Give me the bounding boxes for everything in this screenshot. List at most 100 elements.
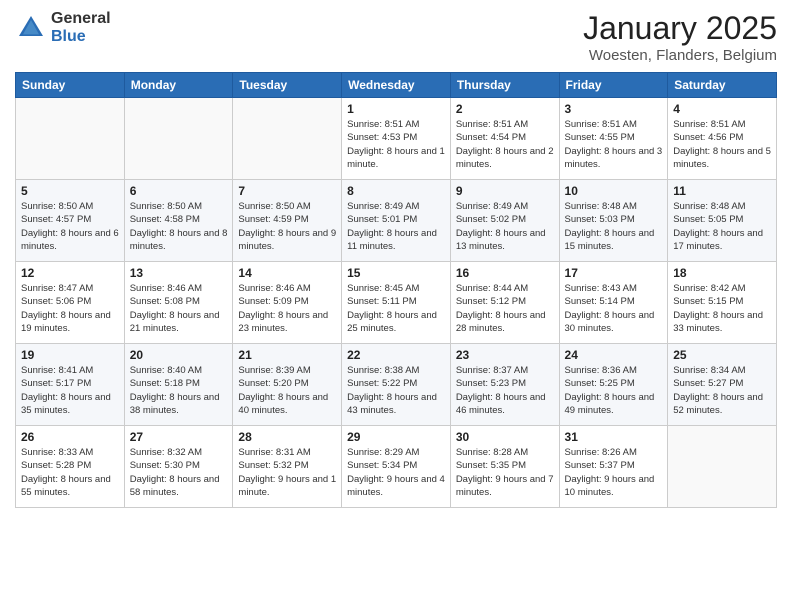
- cell-info: Sunrise: 8:43 AMSunset: 5:14 PMDaylight:…: [565, 282, 663, 335]
- cell-info: Sunrise: 8:49 AMSunset: 5:01 PMDaylight:…: [347, 200, 445, 253]
- header-sunday: Sunday: [16, 73, 125, 98]
- calendar-cell-w3-d1: 12 Sunrise: 8:47 AMSunset: 5:06 PMDayligh…: [16, 262, 125, 344]
- header-wednesday: Wednesday: [342, 73, 451, 98]
- day-number: 13: [130, 266, 228, 280]
- day-number: 1: [347, 102, 445, 116]
- day-number: 17: [565, 266, 663, 280]
- logo-blue-text: Blue: [51, 28, 111, 46]
- calendar-cell-w3-d7: 18 Sunrise: 8:42 AMSunset: 5:15 PMDayligh…: [668, 262, 777, 344]
- day-number: 5: [21, 184, 119, 198]
- calendar-cell-w4-d1: 19Sunrise: 8:41 AMSunset: 5:17 PMDayligh…: [16, 344, 125, 426]
- cell-info: Sunrise: 8:51 AMSunset: 4:56 PMDaylight:…: [673, 118, 771, 171]
- day-number: 21: [238, 348, 336, 362]
- day-number: 30: [456, 430, 554, 444]
- calendar-cell-w5-d6: 31 Sunrise: 8:26 AMSunset: 5:37 PMDayligh…: [559, 426, 668, 508]
- day-number: 18: [673, 266, 771, 280]
- calendar-cell-w2-d4: 8 Sunrise: 8:49 AMSunset: 5:01 PMDaylight…: [342, 180, 451, 262]
- day-number: 24: [565, 348, 663, 362]
- calendar-cell-w4-d6: 24Sunrise: 8:36 AMSunset: 5:25 PMDayligh…: [559, 344, 668, 426]
- day-number: 29: [347, 430, 445, 444]
- calendar-title: January 2025: [583, 10, 777, 47]
- calendar-cell-w2-d3: 7Sunrise: 8:50 AMSunset: 4:59 PMDaylight…: [233, 180, 342, 262]
- day-number: 8: [347, 184, 445, 198]
- cell-info: Sunrise: 8:51 AMSunset: 4:53 PMDaylight:…: [347, 118, 445, 171]
- cell-info: Sunrise: 8:49 AMSunset: 5:02 PMDaylight:…: [456, 200, 554, 253]
- day-number: 25: [673, 348, 771, 362]
- calendar-header: Sunday Monday Tuesday Wednesday Thursday…: [16, 73, 777, 98]
- logo-text: General Blue: [51, 10, 111, 45]
- day-number: 31: [565, 430, 663, 444]
- main-container: General Blue January 2025 Woesten, Fland…: [0, 0, 792, 513]
- cell-info: Sunrise: 8:39 AMSunset: 5:20 PMDaylight:…: [238, 364, 336, 417]
- calendar-table: Sunday Monday Tuesday Wednesday Thursday…: [15, 72, 777, 508]
- cell-info: Sunrise: 8:44 AMSunset: 5:12 PMDaylight:…: [456, 282, 554, 335]
- day-number: 10: [565, 184, 663, 198]
- calendar-cell-w1-d4: 1 Sunrise: 8:51 AMSunset: 4:53 PMDaylight…: [342, 98, 451, 180]
- cell-info: Sunrise: 8:46 AMSunset: 5:08 PMDaylight:…: [130, 282, 228, 335]
- calendar-cell-w5-d1: 26 Sunrise: 8:33 AMSunset: 5:28 PMDayligh…: [16, 426, 125, 508]
- calendar-cell-w2-d2: 6 Sunrise: 8:50 AMSunset: 4:58 PMDaylight…: [124, 180, 233, 262]
- day-number: 14: [238, 266, 336, 280]
- cell-info: Sunrise: 8:51 AMSunset: 4:54 PMDaylight:…: [456, 118, 554, 171]
- week-row-1: 1 Sunrise: 8:51 AMSunset: 4:53 PMDaylight…: [16, 98, 777, 180]
- day-number: 7: [238, 184, 336, 198]
- calendar-cell-w5-d7: [668, 426, 777, 508]
- day-number: 26: [21, 430, 119, 444]
- calendar-body: 1 Sunrise: 8:51 AMSunset: 4:53 PMDaylight…: [16, 98, 777, 508]
- cell-info: Sunrise: 8:47 AMSunset: 5:06 PMDaylight:…: [21, 282, 119, 335]
- cell-info: Sunrise: 8:34 AMSunset: 5:27 PMDaylight:…: [673, 364, 771, 417]
- calendar-cell-w2-d5: 9 Sunrise: 8:49 AMSunset: 5:02 PMDaylight…: [450, 180, 559, 262]
- cell-info: Sunrise: 8:48 AMSunset: 5:05 PMDaylight:…: [673, 200, 771, 253]
- cell-info: Sunrise: 8:51 AMSunset: 4:55 PMDaylight:…: [565, 118, 663, 171]
- header-tuesday: Tuesday: [233, 73, 342, 98]
- header-row: General Blue January 2025 Woesten, Fland…: [15, 10, 777, 64]
- cell-info: Sunrise: 8:42 AMSunset: 5:15 PMDaylight:…: [673, 282, 771, 335]
- day-number: 27: [130, 430, 228, 444]
- day-number: 12: [21, 266, 119, 280]
- cell-info: Sunrise: 8:50 AMSunset: 4:58 PMDaylight:…: [130, 200, 228, 253]
- day-number: 3: [565, 102, 663, 116]
- calendar-subtitle: Woesten, Flanders, Belgium: [583, 47, 777, 64]
- weekday-header-row: Sunday Monday Tuesday Wednesday Thursday…: [16, 73, 777, 98]
- calendar-cell-w4-d3: 21 Sunrise: 8:39 AMSunset: 5:20 PMDayligh…: [233, 344, 342, 426]
- day-number: 20: [130, 348, 228, 362]
- calendar-cell-w4-d4: 22 Sunrise: 8:38 AMSunset: 5:22 PMDayligh…: [342, 344, 451, 426]
- header-friday: Friday: [559, 73, 668, 98]
- cell-info: Sunrise: 8:38 AMSunset: 5:22 PMDaylight:…: [347, 364, 445, 417]
- calendar-cell-w3-d6: 17 Sunrise: 8:43 AMSunset: 5:14 PMDayligh…: [559, 262, 668, 344]
- day-number: 4: [673, 102, 771, 116]
- day-number: 22: [347, 348, 445, 362]
- header-monday: Monday: [124, 73, 233, 98]
- calendar-cell-w4-d7: 25 Sunrise: 8:34 AMSunset: 5:27 PMDayligh…: [668, 344, 777, 426]
- calendar-cell-w2-d1: 5Sunrise: 8:50 AMSunset: 4:57 PMDaylight…: [16, 180, 125, 262]
- calendar-cell-w5-d4: 29 Sunrise: 8:29 AMSunset: 5:34 PMDayligh…: [342, 426, 451, 508]
- day-number: 16: [456, 266, 554, 280]
- calendar-cell-w3-d3: 14 Sunrise: 8:46 AMSunset: 5:09 PMDayligh…: [233, 262, 342, 344]
- calendar-cell-w1-d2: [124, 98, 233, 180]
- cell-info: Sunrise: 8:33 AMSunset: 5:28 PMDaylight:…: [21, 446, 119, 499]
- calendar-cell-w1-d5: 2 Sunrise: 8:51 AMSunset: 4:54 PMDaylight…: [450, 98, 559, 180]
- cell-info: Sunrise: 8:28 AMSunset: 5:35 PMDaylight:…: [456, 446, 554, 499]
- logo-icon: [15, 12, 47, 44]
- cell-info: Sunrise: 8:40 AMSunset: 5:18 PMDaylight:…: [130, 364, 228, 417]
- calendar-cell-w3-d5: 16 Sunrise: 8:44 AMSunset: 5:12 PMDayligh…: [450, 262, 559, 344]
- title-block: January 2025 Woesten, Flanders, Belgium: [583, 10, 777, 64]
- day-number: 9: [456, 184, 554, 198]
- week-row-4: 19Sunrise: 8:41 AMSunset: 5:17 PMDayligh…: [16, 344, 777, 426]
- header-saturday: Saturday: [668, 73, 777, 98]
- logo: General Blue: [15, 10, 111, 45]
- day-number: 2: [456, 102, 554, 116]
- cell-info: Sunrise: 8:46 AMSunset: 5:09 PMDaylight:…: [238, 282, 336, 335]
- calendar-cell-w4-d5: 23Sunrise: 8:37 AMSunset: 5:23 PMDayligh…: [450, 344, 559, 426]
- week-row-5: 26 Sunrise: 8:33 AMSunset: 5:28 PMDayligh…: [16, 426, 777, 508]
- cell-info: Sunrise: 8:29 AMSunset: 5:34 PMDaylight:…: [347, 446, 445, 499]
- calendar-cell-w3-d2: 13 Sunrise: 8:46 AMSunset: 5:08 PMDayligh…: [124, 262, 233, 344]
- day-number: 6: [130, 184, 228, 198]
- calendar-cell-w4-d2: 20 Sunrise: 8:40 AMSunset: 5:18 PMDayligh…: [124, 344, 233, 426]
- cell-info: Sunrise: 8:26 AMSunset: 5:37 PMDaylight:…: [565, 446, 663, 499]
- day-number: 19: [21, 348, 119, 362]
- cell-info: Sunrise: 8:32 AMSunset: 5:30 PMDaylight:…: [130, 446, 228, 499]
- header-thursday: Thursday: [450, 73, 559, 98]
- calendar-cell-w5-d5: 30 Sunrise: 8:28 AMSunset: 5:35 PMDayligh…: [450, 426, 559, 508]
- cell-info: Sunrise: 8:48 AMSunset: 5:03 PMDaylight:…: [565, 200, 663, 253]
